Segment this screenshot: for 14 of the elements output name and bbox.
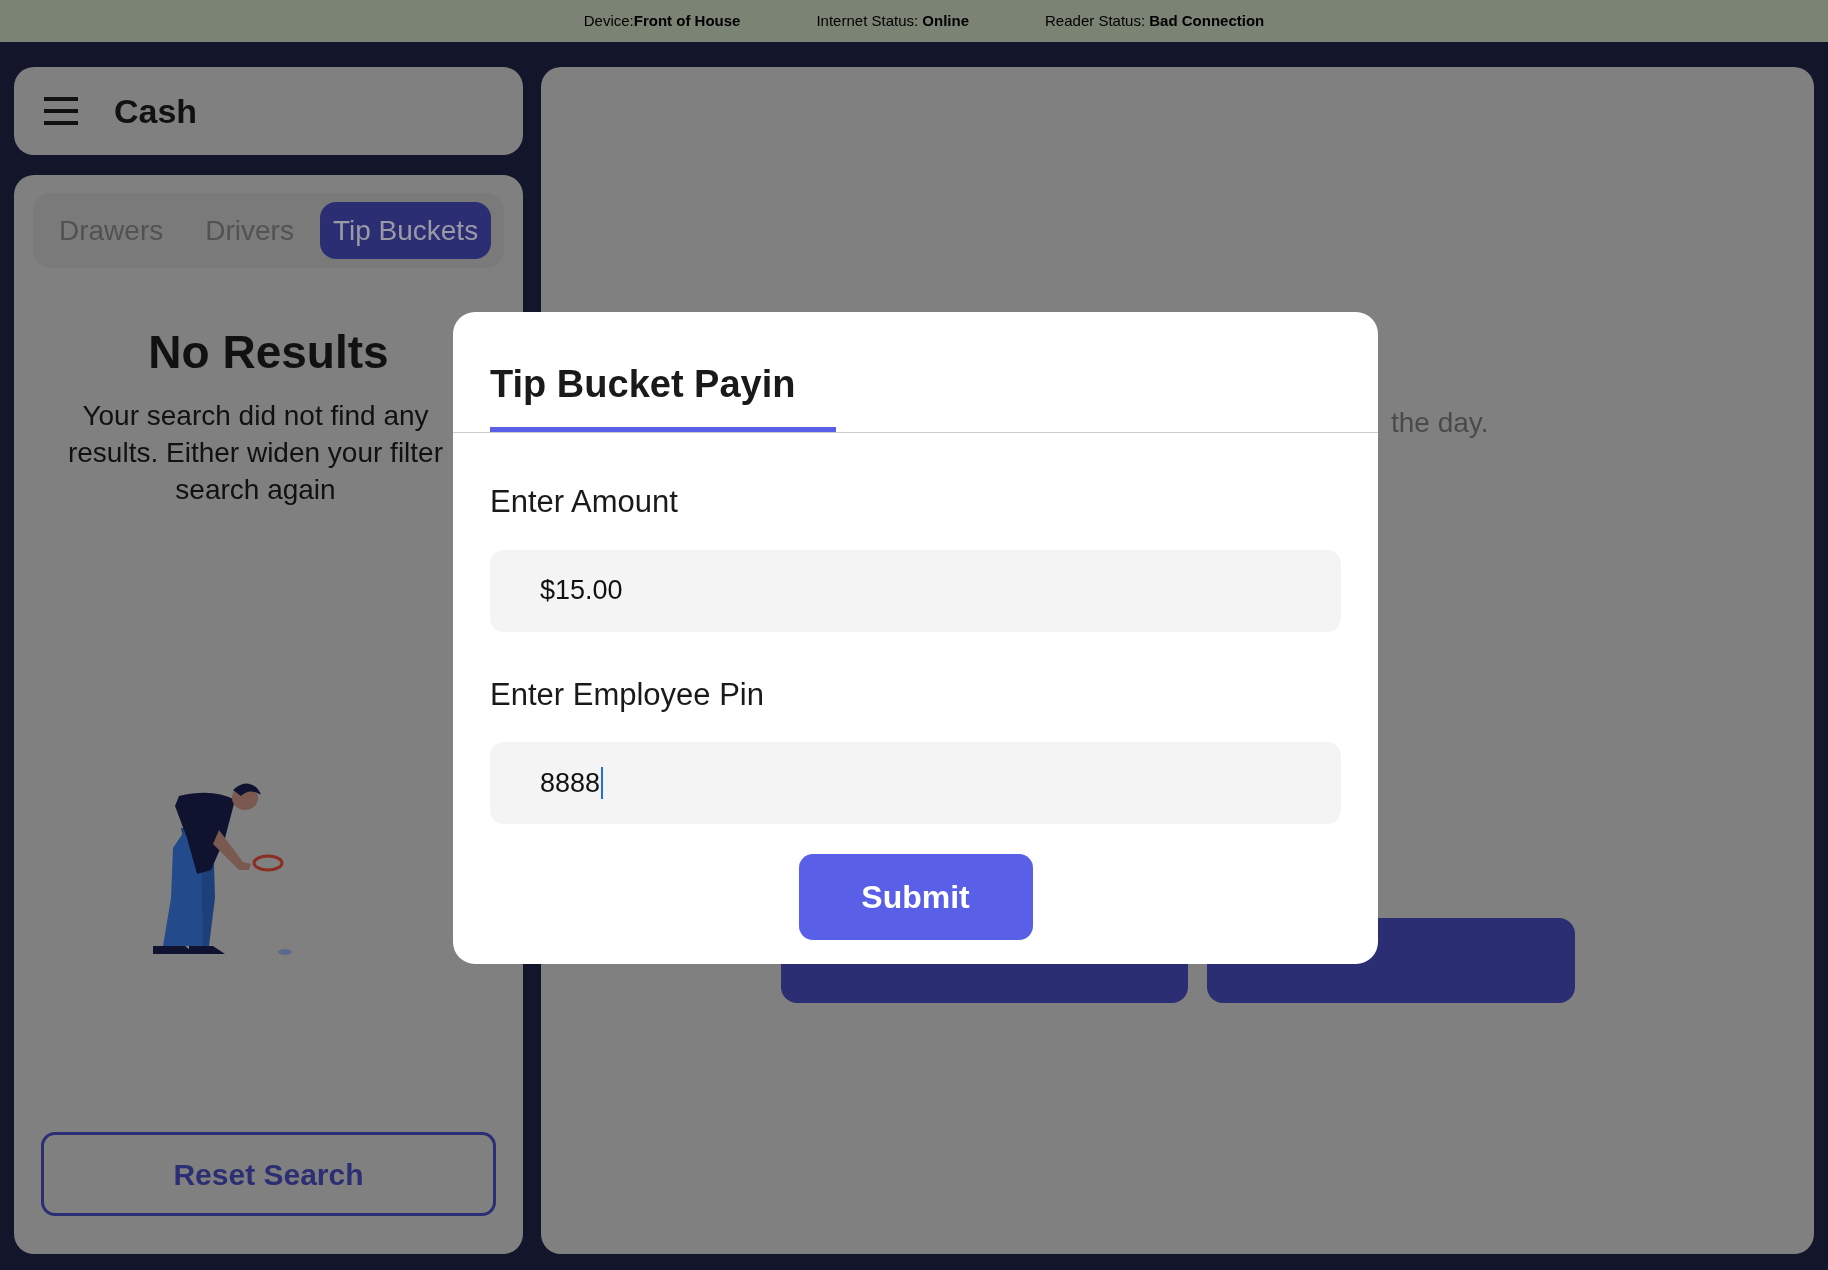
submit-button[interactable]: Submit [798,854,1033,940]
menu-icon[interactable] [44,97,78,125]
status-item: Device:Front of House [583,10,741,31]
status-item: Internet Status: Online [816,10,969,31]
reset-search-button[interactable]: Reset Search [41,1132,496,1216]
page-title: Cash [114,90,198,132]
input-field[interactable]: $15.00 [490,549,1341,632]
status-item: Reader Status: Bad Connection [1045,10,1265,31]
input-field[interactable]: 8888 [490,742,1341,824]
field-label: Enter Employee Pin [490,675,765,714]
field-label: Enter Amount [490,483,679,521]
tab[interactable]: Tip Buckets [319,202,492,259]
empty-message: Your search did not find any results. Either widen your filter search again [67,399,443,507]
empty-title: No Results [147,325,390,380]
